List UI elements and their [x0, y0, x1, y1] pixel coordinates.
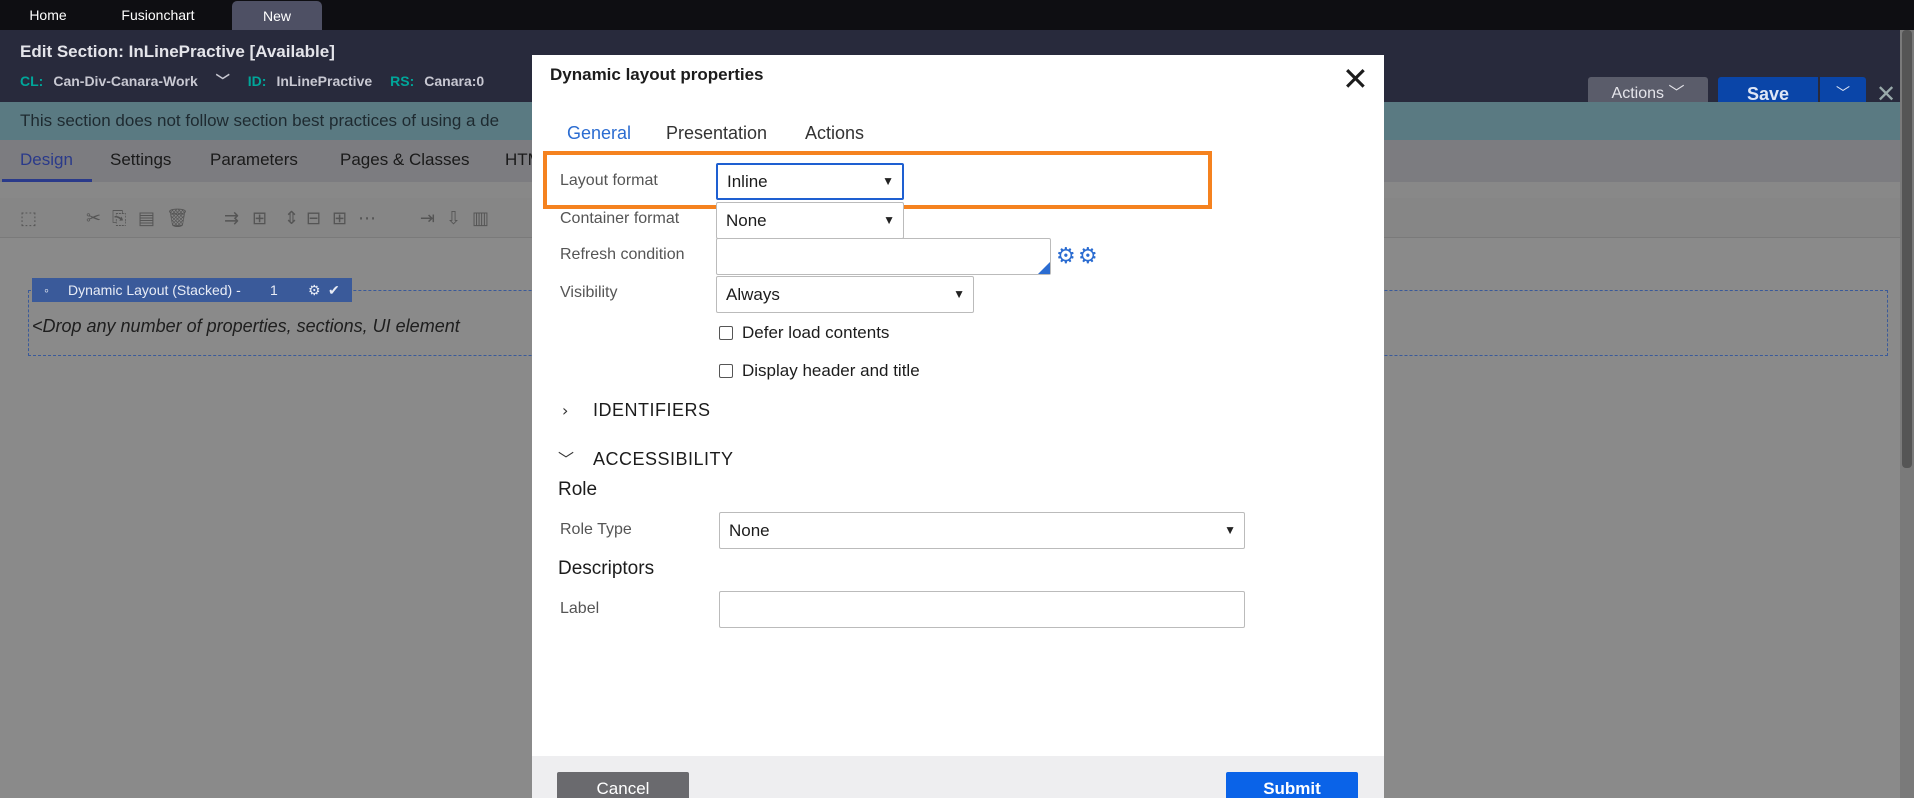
indent-icon[interactable]: ⇥ [420, 208, 435, 229]
top-tab-bar: Home Fusionchart New [0, 0, 1914, 30]
dialog-title: Dynamic layout properties [550, 65, 764, 84]
page-title: Edit Section: InLinePractive [Available] [20, 42, 335, 61]
container-format-label: Container format [560, 210, 680, 227]
active-tab-indicator [2, 179, 92, 182]
role-type-value: None [729, 521, 770, 540]
layout-format-select[interactable]: Inline ▼ [716, 163, 904, 200]
split-icon[interactable]: ⋯ [358, 208, 376, 229]
display-header-checkbox[interactable] [719, 364, 733, 378]
submit-button[interactable]: Submit [1226, 772, 1358, 798]
container-format-select[interactable]: None ▼ [716, 202, 904, 239]
visibility-select[interactable]: Always ▼ [716, 276, 974, 313]
id-key: ID: [247, 73, 267, 89]
tab-general[interactable]: General [567, 123, 631, 144]
visibility-value: Always [726, 285, 780, 304]
role-type-label: Role Type [560, 521, 632, 538]
role-type-select[interactable]: None ▼ [719, 512, 1245, 549]
radio-icon: ◦ [44, 282, 49, 298]
copy-icon[interactable]: ⎘ [112, 208, 126, 229]
refresh-condition-input[interactable] [716, 238, 1051, 275]
id-value: InLinePractive [276, 73, 373, 89]
scrollbar-thumb[interactable] [1902, 30, 1912, 468]
refresh-condition-label: Refresh condition [560, 246, 685, 263]
move-left-icon[interactable]: ⊟ [306, 208, 321, 229]
actions-button-label: Actions [1611, 85, 1664, 102]
label-input[interactable] [719, 591, 1245, 628]
section-meta: CL: Can-Div-Canara-Work ﹀ ID: InLinePractive… [20, 71, 502, 91]
delete-icon[interactable]: 🗑 [166, 208, 189, 229]
tab-settings[interactable]: Settings [110, 150, 171, 170]
chevron-right-icon[interactable]: › [562, 401, 568, 420]
tab-parameters[interactable]: Parameters [210, 150, 298, 170]
dynamic-layout-index: 1 [270, 282, 278, 298]
layout-format-label: Layout format [560, 172, 658, 189]
move-right-icon[interactable]: ⊞ [332, 208, 347, 229]
tab-new[interactable]: New [232, 1, 322, 30]
role-heading: Role [558, 479, 598, 500]
chevron-down-icon[interactable]: ﹀ [216, 73, 230, 89]
chevron-down-icon: ▼ [1224, 523, 1236, 537]
layout-format-value: Inline [727, 172, 768, 191]
paste-icon[interactable]: ▤ [138, 208, 155, 229]
layout-icon[interactable]: ⬚ [20, 208, 37, 229]
chevron-down-icon[interactable]: ﹀ [558, 446, 574, 470]
accessibility-section-toggle[interactable]: ACCESSIBILITY [593, 449, 734, 470]
move-icon[interactable]: ⇕ [284, 208, 299, 229]
drop-hint: <Drop any number of properties, sections… [32, 316, 460, 336]
chevron-down-icon: ﹀ [1836, 86, 1850, 102]
dynamic-layout-label: Dynamic Layout (Stacked) - [68, 282, 241, 298]
insert-column-icon[interactable]: ⊞ [252, 208, 267, 229]
check-circle-icon[interactable]: ✔ [328, 278, 340, 302]
outdent-icon[interactable]: ⇩ [446, 208, 461, 229]
gear-icon[interactable]: ⚙ [1078, 246, 1098, 268]
chevron-down-icon: ▼ [882, 174, 894, 188]
chevron-down-icon: ▼ [953, 287, 965, 301]
visibility-label: Visibility [560, 284, 618, 301]
descriptors-heading: Descriptors [558, 558, 655, 579]
cl-value[interactable]: Can-Div-Canara-Work [53, 73, 197, 89]
tab-fusionchart[interactable]: Fusionchart [116, 0, 200, 30]
container-format-value: None [726, 211, 767, 230]
close-icon[interactable]: ✕ [1342, 63, 1369, 95]
chevron-down-icon: ﹀ [1668, 85, 1685, 102]
tab-actions[interactable]: Actions [805, 123, 864, 144]
defer-load-label: Defer load contents [742, 323, 890, 342]
condition-builder-icon[interactable]: ⚙ [1056, 246, 1076, 268]
tab-pages-classes[interactable]: Pages & Classes [340, 150, 469, 170]
label-label: Label [560, 600, 600, 617]
gear-icon[interactable]: ⚙ [308, 278, 321, 302]
tab-design[interactable]: Design [20, 150, 73, 170]
columns-icon[interactable]: ▥ [472, 208, 489, 229]
display-header-label: Display header and title [742, 361, 920, 380]
resize-handle[interactable] [1038, 262, 1050, 274]
defer-load-checkbox[interactable] [719, 326, 733, 340]
cancel-button[interactable]: Cancel [557, 772, 689, 798]
identifiers-section-toggle[interactable]: IDENTIFIERS [593, 400, 711, 421]
rs-key: RS: [390, 73, 415, 89]
tab-presentation[interactable]: Presentation [666, 123, 767, 144]
dynamic-layout-header[interactable]: ◦ Dynamic Layout (Stacked) - 1 ⚙ ✔ [32, 278, 352, 302]
dynamic-layout-dialog: Dynamic layout properties ✕ General Pres… [532, 55, 1384, 798]
insert-row-icon[interactable]: ⇉ [224, 208, 239, 229]
rs-value: Canara:0 [424, 73, 485, 89]
cut-icon[interactable]: ✂ [86, 208, 101, 229]
tab-home[interactable]: Home [22, 0, 74, 30]
chevron-down-icon: ▼ [883, 213, 895, 227]
cl-key: CL: [20, 73, 44, 89]
